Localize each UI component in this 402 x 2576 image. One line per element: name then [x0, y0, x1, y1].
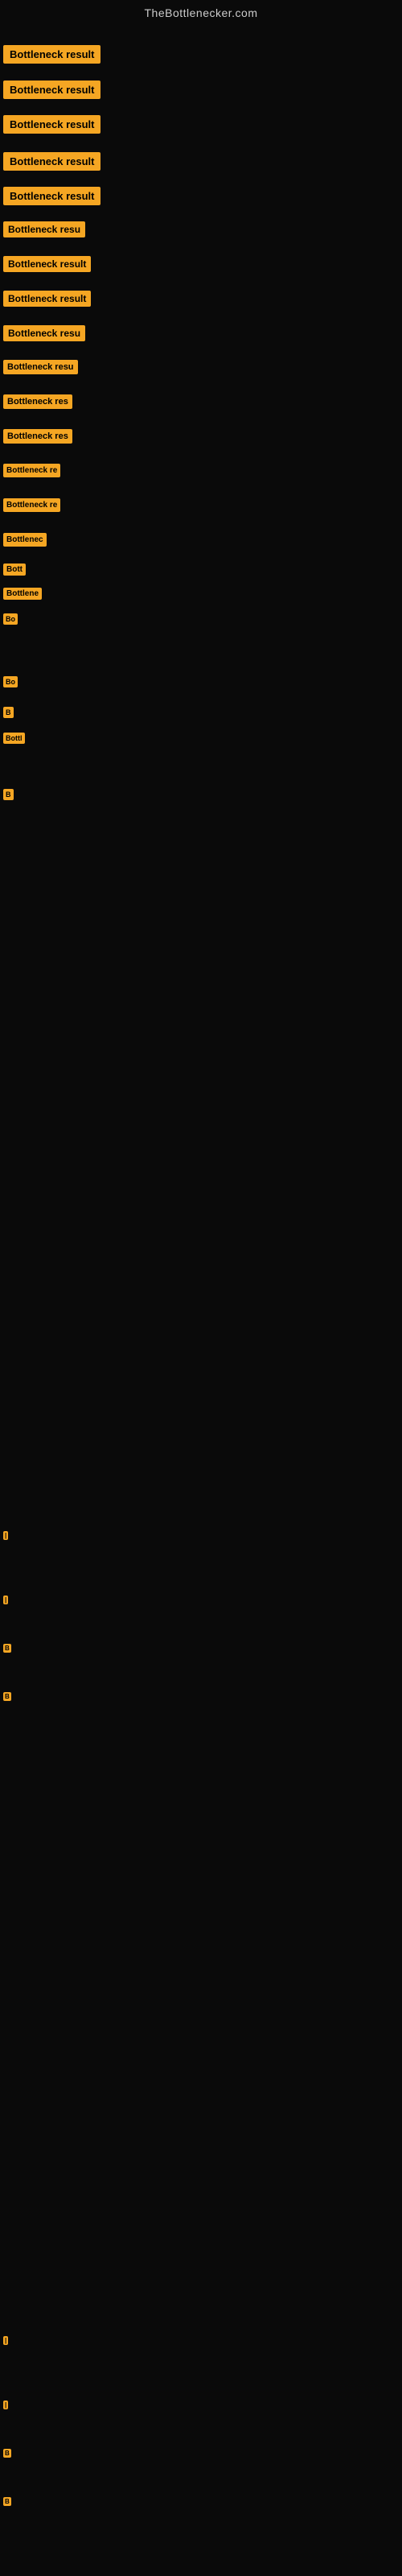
row-9: Bottleneck resu	[3, 325, 85, 345]
row-13: Bottleneck re	[3, 464, 60, 481]
row-5: Bottleneck result	[3, 187, 100, 209]
bottleneck-badge-1[interactable]: Bottleneck result	[3, 45, 100, 64]
row-22: B	[3, 789, 14, 804]
bottleneck-badge-25[interactable]: B	[3, 1644, 11, 1653]
bottleneck-badge-30[interactable]: B	[3, 2497, 11, 2506]
row-26: B	[3, 1690, 11, 1705]
row-7: Bottleneck result	[3, 256, 91, 276]
row-1: Bottleneck result	[3, 45, 100, 68]
bottleneck-badge-28[interactable]: |	[3, 2401, 8, 2409]
row-15: Bottlenec	[3, 533, 47, 551]
bottleneck-badge-7[interactable]: Bottleneck result	[3, 256, 91, 272]
row-10: Bottleneck resu	[3, 360, 78, 378]
bottleneck-badge-18[interactable]: Bo	[3, 613, 18, 625]
bottleneck-badge-9[interactable]: Bottleneck resu	[3, 325, 85, 341]
bottleneck-badge-27[interactable]: |	[3, 2336, 8, 2345]
row-6: Bottleneck resu	[3, 221, 85, 242]
bottleneck-badge-20[interactable]: B	[3, 707, 14, 718]
bottleneck-badge-13[interactable]: Bottleneck re	[3, 464, 60, 477]
bottleneck-badge-2[interactable]: Bottleneck result	[3, 80, 100, 99]
row-24: |	[3, 1594, 8, 1608]
bottleneck-badge-26[interactable]: B	[3, 1692, 11, 1701]
bottleneck-badge-4[interactable]: Bottleneck result	[3, 152, 100, 171]
bottleneck-badge-17[interactable]: Bottlene	[3, 588, 42, 600]
row-12: Bottleneck res	[3, 429, 72, 448]
row-30: B	[3, 2496, 11, 2510]
row-11: Bottleneck res	[3, 394, 72, 413]
bottleneck-badge-11[interactable]: Bottleneck res	[3, 394, 72, 409]
row-29: B	[3, 2447, 11, 2462]
bottleneck-badge-23[interactable]: |	[3, 1531, 8, 1540]
row-2: Bottleneck result	[3, 80, 100, 103]
bottleneck-badge-14[interactable]: Bottleneck re	[3, 498, 60, 512]
page-container: TheBottlenecker.com Bottleneck result Bo…	[0, 0, 402, 2576]
bottleneck-badge-29[interactable]: B	[3, 2449, 11, 2458]
row-19: Bo	[3, 676, 18, 691]
bottleneck-badge-16[interactable]: Bott	[3, 564, 26, 576]
row-20: B	[3, 707, 14, 722]
row-14: Bottleneck re	[3, 498, 60, 516]
row-27: |	[3, 2334, 8, 2349]
bottleneck-badge-24[interactable]: |	[3, 1596, 8, 1604]
row-18: Bo	[3, 613, 18, 629]
row-8: Bottleneck result	[3, 291, 91, 311]
row-21: Bottl	[3, 733, 25, 748]
bottleneck-badge-15[interactable]: Bottlenec	[3, 533, 47, 547]
row-17: Bottlene	[3, 588, 42, 604]
row-28: |	[3, 2399, 8, 2413]
bottleneck-badge-21[interactable]: Bottl	[3, 733, 25, 744]
bottleneck-badge-19[interactable]: Bo	[3, 676, 18, 687]
bottleneck-badge-12[interactable]: Bottleneck res	[3, 429, 72, 444]
bottleneck-badge-5[interactable]: Bottleneck result	[3, 187, 100, 205]
bottleneck-badge-8[interactable]: Bottleneck result	[3, 291, 91, 307]
bottleneck-badge-22[interactable]: B	[3, 789, 14, 800]
bottleneck-badge-3[interactable]: Bottleneck result	[3, 115, 100, 134]
row-3: Bottleneck result	[3, 115, 100, 138]
bottleneck-badge-6[interactable]: Bottleneck resu	[3, 221, 85, 237]
bottleneck-badge-10[interactable]: Bottleneck resu	[3, 360, 78, 374]
row-16: Bott	[3, 564, 26, 580]
row-23: |	[3, 1530, 8, 1544]
row-4: Bottleneck result	[3, 152, 100, 175]
row-25: B	[3, 1642, 11, 1657]
site-title: TheBottlenecker.com	[0, 0, 402, 23]
